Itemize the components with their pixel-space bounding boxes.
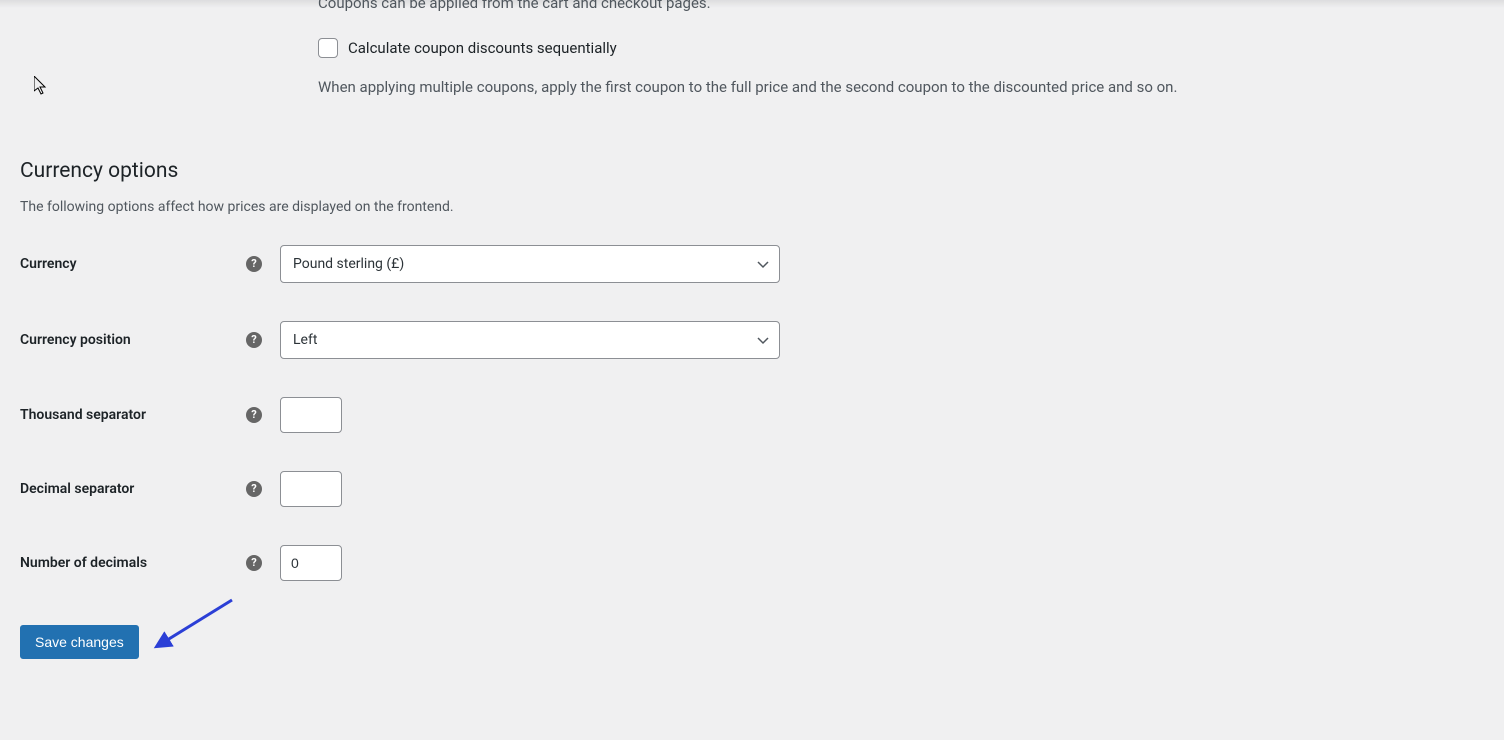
help-icon[interactable]: ? bbox=[246, 407, 262, 423]
number-of-decimals-input[interactable] bbox=[280, 545, 342, 581]
annotation-arrow-icon bbox=[152, 594, 242, 654]
help-icon[interactable]: ? bbox=[246, 555, 262, 571]
currency-label: Currency bbox=[20, 256, 77, 272]
currency-options-description: The following options affect how prices … bbox=[20, 199, 1484, 215]
currency-position-select[interactable]: Left bbox=[280, 321, 780, 359]
decimal-separator-label: Decimal separator bbox=[20, 481, 134, 497]
sequential-coupon-checkbox[interactable] bbox=[318, 38, 338, 58]
thousand-separator-label: Thousand separator bbox=[20, 407, 146, 423]
currency-select[interactable]: Pound sterling (£) bbox=[280, 245, 780, 283]
sequential-coupon-description: When applying multiple coupons, apply th… bbox=[318, 76, 1484, 99]
sequential-coupon-label: Calculate coupon discounts sequentially bbox=[348, 39, 617, 57]
decimal-separator-input[interactable] bbox=[280, 471, 342, 507]
save-changes-button[interactable]: Save changes bbox=[20, 625, 139, 659]
currency-options-heading: Currency options bbox=[20, 159, 1484, 183]
help-icon[interactable]: ? bbox=[246, 256, 262, 272]
coupon-help-text: Coupons can be applied from the cart and… bbox=[318, 0, 1484, 12]
thousand-separator-input[interactable] bbox=[280, 397, 342, 433]
currency-position-label: Currency position bbox=[20, 332, 131, 348]
help-icon[interactable]: ? bbox=[246, 332, 262, 348]
help-icon[interactable]: ? bbox=[246, 481, 262, 497]
number-of-decimals-label: Number of decimals bbox=[20, 555, 147, 571]
